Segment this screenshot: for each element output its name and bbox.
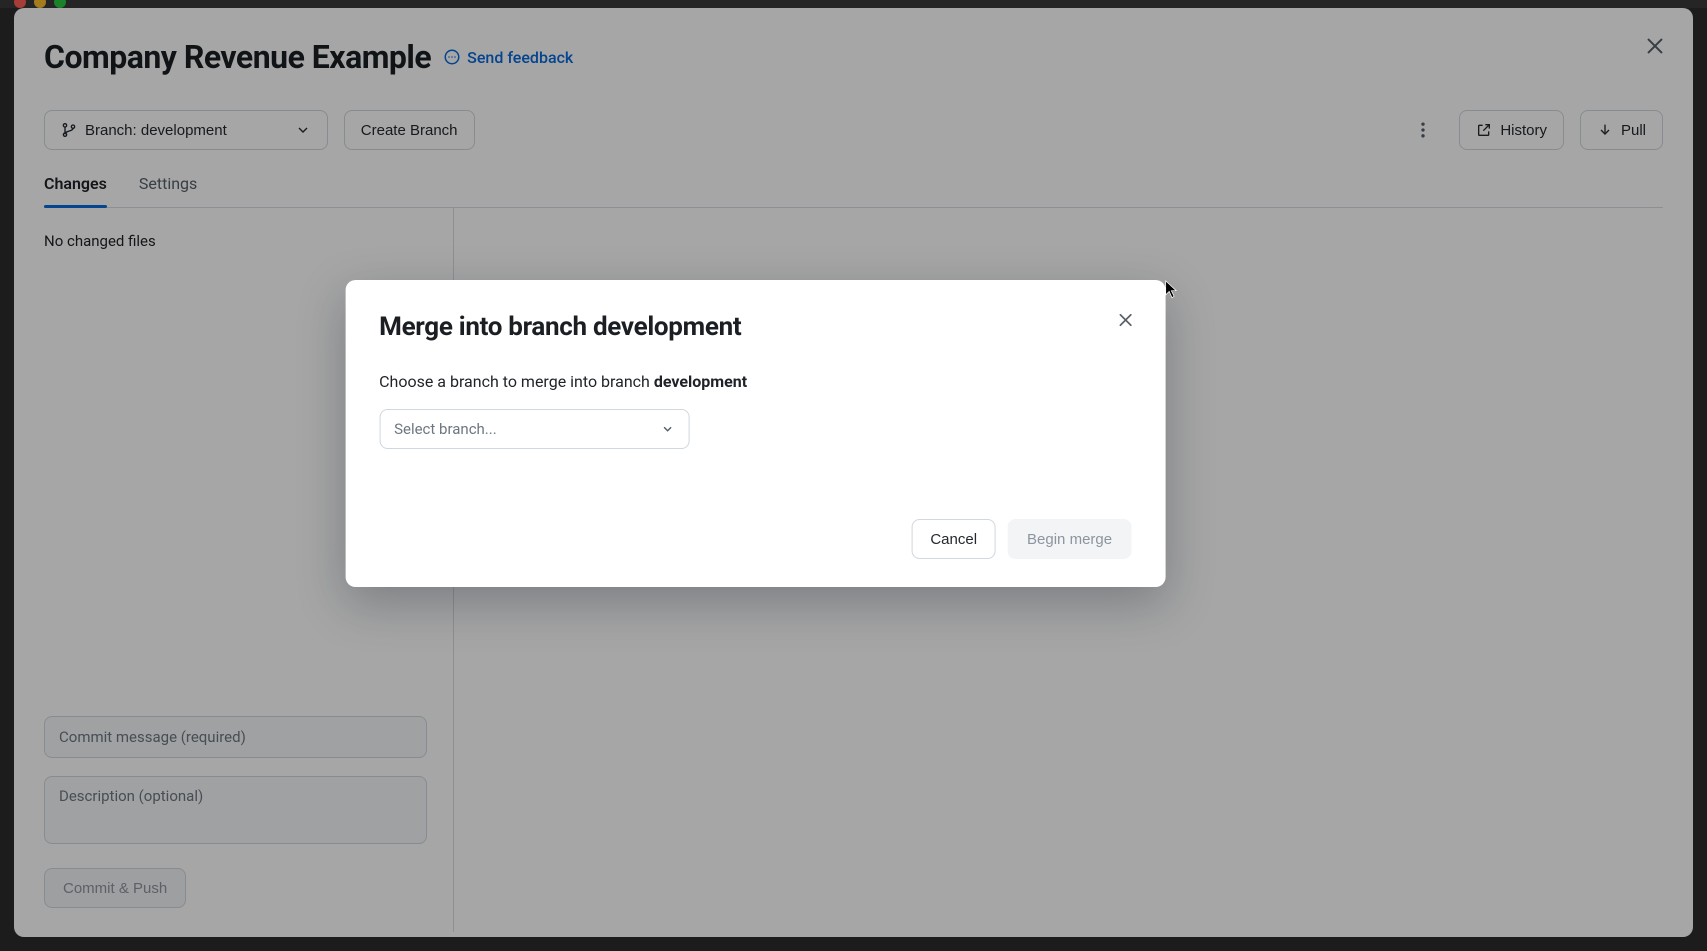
merge-modal: Merge into branch development Choose a b…	[345, 280, 1165, 587]
modal-desc-branch: development	[654, 372, 747, 391]
modal-actions: Cancel Begin merge	[379, 519, 1131, 559]
select-branch-dropdown[interactable]: Select branch...	[379, 409, 689, 449]
cancel-label: Cancel	[930, 531, 977, 548]
modal-close-button[interactable]	[1111, 306, 1139, 334]
begin-merge-label: Begin merge	[1027, 531, 1112, 548]
modal-title: Merge into branch development	[379, 312, 1131, 342]
modal-description: Choose a branch to merge into branch dev…	[379, 372, 1131, 391]
begin-merge-button[interactable]: Begin merge	[1008, 519, 1131, 559]
select-branch-placeholder: Select branch...	[394, 420, 497, 438]
cancel-button[interactable]: Cancel	[911, 519, 996, 559]
modal-desc-prefix: Choose a branch to merge into branch	[379, 372, 654, 391]
close-icon	[1116, 311, 1134, 329]
chevron-down-icon	[660, 422, 674, 436]
